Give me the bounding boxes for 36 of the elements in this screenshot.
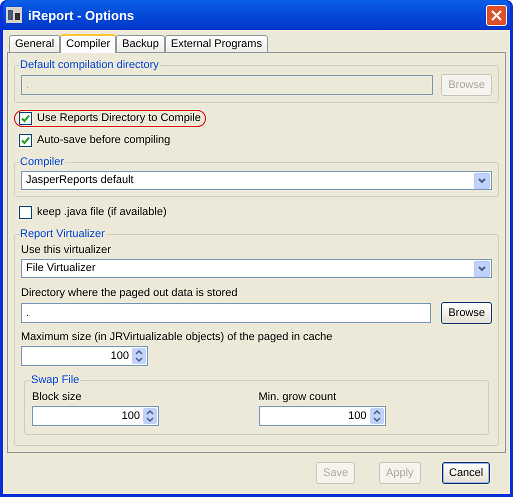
group-title: Swap File — [30, 374, 80, 387]
dropdown[interactable]: File Virtualizer — [21, 259, 492, 278]
checkbox-label: keep .java file (if available) — [37, 206, 167, 219]
checkbox-label: Auto-save before compiling — [37, 134, 170, 147]
group-title: Default compilation directory — [19, 59, 160, 72]
number-spinner[interactable]: 100 — [21, 346, 148, 366]
group-title: Compiler — [19, 156, 66, 169]
number-spinner[interactable]: 100 — [32, 406, 159, 426]
spinner-arrows-icon[interactable] — [132, 348, 146, 364]
field-label: Min. grow count — [258, 391, 338, 404]
number-spinner[interactable]: 100 — [258, 406, 386, 426]
checkbox[interactable] — [19, 112, 32, 125]
button[interactable]: Cancel — [442, 462, 490, 484]
tab[interactable]: Backup — [116, 35, 165, 52]
field-label: Maximum size (in JRVirtualizable objects) of the paged in cache — [21, 330, 334, 344]
checkbox-label: Use Reports Directory to Compile — [37, 112, 201, 125]
close-button[interactable] — [486, 4, 507, 26]
field-label: Use this virtualizer — [21, 243, 112, 257]
field-label: Block size — [32, 391, 83, 404]
check-icon — [21, 136, 30, 145]
tab[interactable]: General — [9, 35, 60, 52]
button[interactable]: Browse — [441, 302, 492, 324]
check-icon — [21, 114, 30, 123]
field-label: Directory where the paged out data is stored — [21, 286, 238, 300]
window-title: iReport - Options — [28, 8, 136, 22]
tab[interactable]: Compiler — [60, 34, 116, 53]
close-icon — [491, 10, 502, 20]
group-title: Report Virtualizer — [19, 228, 106, 241]
dropdown[interactable]: JasperReports default — [21, 171, 492, 190]
spinner-arrows-icon[interactable] — [370, 408, 384, 424]
checkbox[interactable] — [19, 134, 32, 147]
directory-field[interactable]: . — [21, 303, 432, 323]
checkbox[interactable] — [19, 206, 32, 219]
spinner-arrows-icon[interactable] — [143, 408, 157, 424]
tab[interactable]: External Programs — [164, 35, 268, 52]
app-icon — [6, 7, 22, 23]
